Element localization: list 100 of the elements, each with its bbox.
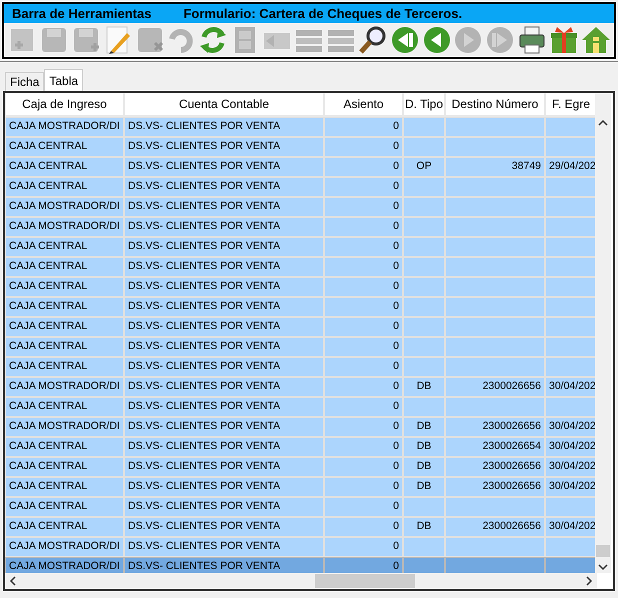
table-cell: 0 [325,358,402,376]
table-cell [404,258,444,276]
table-cell: 30/04/202 [546,418,595,436]
table-cell [546,258,595,276]
table-cell: CAJA CENTRAL [6,238,123,256]
table-row[interactable]: CAJA CENTRAL DS.VS- CLIENTES POR VENTA 0 [5,137,595,157]
scroll-left-icon[interactable] [9,576,17,586]
table-row[interactable]: CAJA MOSTRADOR/DI DS.VS- CLIENTES POR VENTA 0 [5,117,595,137]
table-cell: CAJA CENTRAL [6,178,123,196]
table-cell: CAJA CENTRAL [6,158,123,176]
table-cell: 2300026656 [446,458,544,476]
gift-icon [549,25,580,55]
table-cell: 30/04/202 [546,478,595,496]
table-cell: CAJA CENTRAL [6,438,123,456]
table-cell: CAJA CENTRAL [6,138,123,156]
table-row[interactable]: CAJA CENTRAL DS.VS- CLIENTES POR VENTA 0 [5,277,595,297]
table-row[interactable]: CAJA CENTRAL DS.VS- CLIENTES POR VENTA 0 OP 38749 29/04/202 [5,157,595,177]
table-row[interactable]: CAJA CENTRAL DS.VS- CLIENTES POR VENTA 0 [5,337,595,357]
table-cell: CAJA CENTRAL [6,298,123,316]
table-cell: 0 [325,218,402,236]
table-cell [546,118,595,136]
table-cell: DS.VS- CLIENTES POR VENTA [125,278,323,296]
table-cell [546,278,595,296]
table-cell: DS.VS- CLIENTES POR VENTA [125,438,323,456]
column-header[interactable]: Caja de Ingreso [6,93,123,115]
table-row[interactable]: CAJA CENTRAL DS.VS- CLIENTES POR VENTA 0 DB 2300026654 30/04/202 [5,437,595,457]
table-cell: CAJA CENTRAL [6,518,123,536]
table-row[interactable]: CAJA MOSTRADOR/DI DS.VS- CLIENTES POR VENTA 0 [5,557,595,573]
table-cell: 0 [325,378,402,396]
table-cell: 0 [325,258,402,276]
table-cell: 0 [325,318,402,336]
table-cell [404,278,444,296]
table-cell: 2300026656 [446,518,544,536]
scroll-up-icon[interactable] [598,119,608,127]
table-cell [404,358,444,376]
table-cell: DS.VS- CLIENTES POR VENTA [125,458,323,476]
column-header[interactable]: Destino Número [446,93,544,115]
table-cell: DS.VS- CLIENTES POR VENTA [125,258,323,276]
table-row[interactable]: CAJA MOSTRADOR/DI DS.VS- CLIENTES POR VENTA 0 DB 2300026656 30/04/202 [5,377,595,397]
table-row[interactable]: CAJA MOSTRADOR/DI DS.VS- CLIENTES POR VENTA 0 [5,217,595,237]
table-cell: DB [404,378,444,396]
table-cell: 29/04/202 [546,158,595,176]
tab[interactable]: Ficha [5,72,44,91]
table-row[interactable]: CAJA MOSTRADOR/DI DS.VS- CLIENTES POR VENTA 0 [5,537,595,557]
table-cell: DS.VS- CLIENTES POR VENTA [125,378,323,396]
scroll-right-icon[interactable] [585,576,593,586]
table-cell [404,138,444,156]
table-row[interactable]: CAJA CENTRAL DS.VS- CLIENTES POR VENTA 0 [5,317,595,337]
table-cell: DS.VS- CLIENTES POR VENTA [125,558,323,573]
table-cell: CAJA CENTRAL [6,498,123,516]
table-cell: DS.VS- CLIENTES POR VENTA [125,118,323,136]
table-cell: DS.VS- CLIENTES POR VENTA [125,158,323,176]
table-row[interactable]: CAJA CENTRAL DS.VS- CLIENTES POR VENTA 0 [5,237,595,257]
scroll-down-icon[interactable] [598,563,608,571]
previous-icon [422,25,452,55]
table-row[interactable]: CAJA CENTRAL DS.VS- CLIENTES POR VENTA 0 [5,257,595,277]
form-title: Formulario: Cartera de Cheques de Terceros. [183,4,462,23]
table-row[interactable]: CAJA CENTRAL DS.VS- CLIENTES POR VENTA 0 [5,497,595,517]
table-cell [404,298,444,316]
table-cell [546,558,595,573]
column-header[interactable]: F. Egre [546,93,595,115]
table-cell: CAJA CENTRAL [6,478,123,496]
table-row[interactable]: CAJA CENTRAL DS.VS- CLIENTES POR VENTA 0 [5,357,595,377]
column-header[interactable]: Asiento [325,93,402,115]
tab[interactable]: Tabla [44,69,84,91]
table-row[interactable]: CAJA CENTRAL DS.VS- CLIENTES POR VENTA 0 [5,297,595,317]
horizontal-scrollbar[interactable] [5,573,597,589]
table-cell: DB [404,438,444,456]
scroll-thumb[interactable] [315,574,415,588]
table-cell [546,178,595,196]
table-cell: 0 [325,538,402,556]
table-cell: CAJA MOSTRADOR/DI [6,418,123,436]
table-cell: DS.VS- CLIENTES POR VENTA [125,198,323,216]
table-cell: 0 [325,518,402,536]
table-cell: 0 [325,178,402,196]
scroll-thumb[interactable] [596,545,610,557]
table-cell [546,298,595,316]
table-cell: DS.VS- CLIENTES POR VENTA [125,518,323,536]
table-cell: DS.VS- CLIENTES POR VENTA [125,538,323,556]
table-cell: DB [404,458,444,476]
table-cell: DS.VS- CLIENTES POR VENTA [125,238,323,256]
table-cell [404,538,444,556]
table-row[interactable]: CAJA CENTRAL DS.VS- CLIENTES POR VENTA 0 [5,177,595,197]
table-row[interactable]: CAJA CENTRAL DS.VS- CLIENTES POR VENTA 0 DB 2300026656 30/04/202 [5,517,595,537]
table-cell [546,198,595,216]
table-row[interactable]: CAJA MOSTRADOR/DI DS.VS- CLIENTES POR VENTA 0 [5,197,595,217]
table-row[interactable]: CAJA CENTRAL DS.VS- CLIENTES POR VENTA 0 DB 2300026656 30/04/202 [5,457,595,477]
printer-icon [517,25,548,55]
table-row[interactable]: CAJA CENTRAL DS.VS- CLIENTES POR VENTA 0 [5,397,595,417]
table-row[interactable]: CAJA MOSTRADOR/DI DS.VS- CLIENTES POR VENTA 0 DB 2300026656 30/04/202 [5,417,595,437]
table-cell: 2300026656 [446,478,544,496]
table-cell: DS.VS- CLIENTES POR VENTA [125,418,323,436]
table-cell [546,138,595,156]
table-cell: DS.VS- CLIENTES POR VENTA [125,498,323,516]
vertical-scrollbar[interactable] [595,93,611,573]
column-header[interactable]: Cuenta Contable [125,93,323,115]
home-icon [580,25,611,55]
table-cell: CAJA CENTRAL [6,398,123,416]
table-row[interactable]: CAJA CENTRAL DS.VS- CLIENTES POR VENTA 0 DB 2300026656 30/04/202 [5,477,595,497]
column-header[interactable]: D. Tipo [404,93,444,115]
